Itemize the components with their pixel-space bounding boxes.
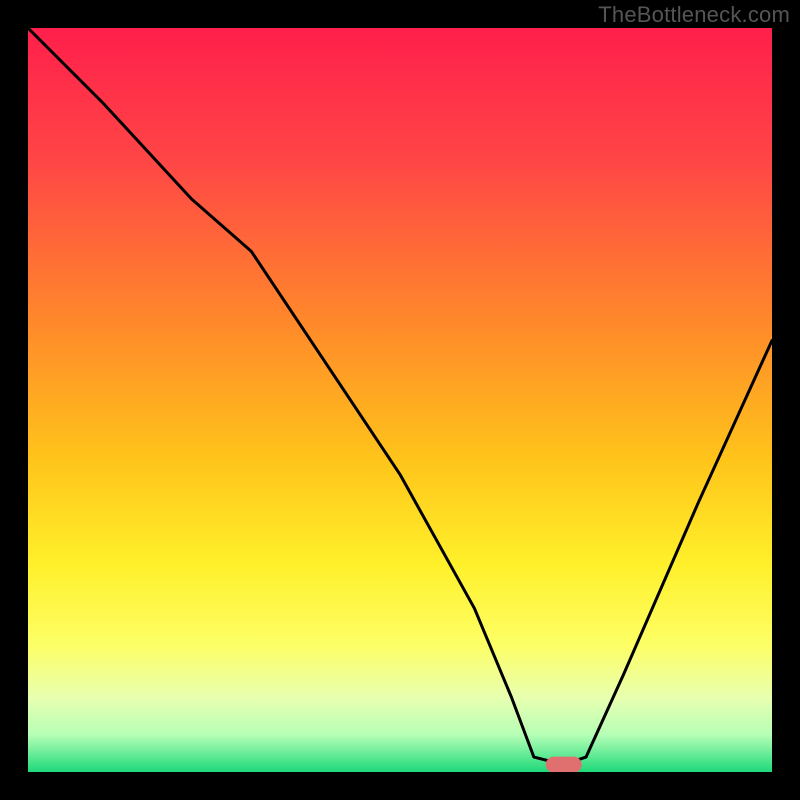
- optimal-marker: [546, 757, 582, 772]
- plot-area: [28, 28, 772, 772]
- gradient-background: [28, 28, 772, 772]
- watermark-text: TheBottleneck.com: [598, 2, 790, 28]
- chart-frame: TheBottleneck.com: [0, 0, 800, 800]
- chart-svg: [28, 28, 772, 772]
